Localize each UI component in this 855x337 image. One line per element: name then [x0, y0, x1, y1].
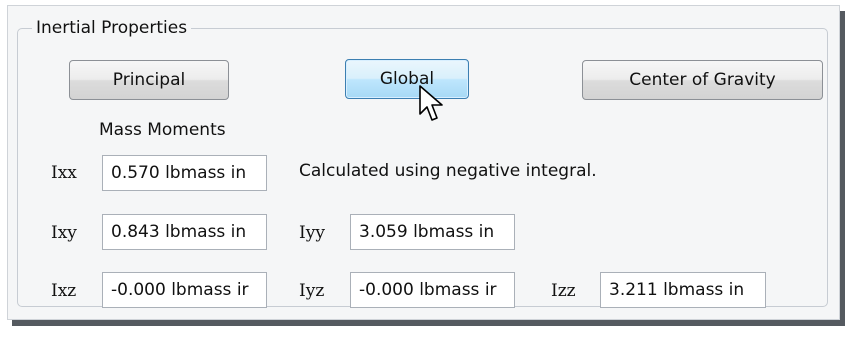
iyz-label: Iyz [299, 281, 325, 301]
mass-moments-label: Mass Moments [99, 120, 226, 140]
calculation-note: Calculated using negative integral. [299, 161, 597, 181]
group-title: Inertial Properties [32, 16, 192, 40]
ixy-field[interactable]: 0.843 lbmass in [102, 214, 267, 250]
ixz-label: Ixz [51, 281, 77, 301]
ixy-label: Ixy [51, 223, 77, 243]
mouse-pointer-icon [419, 85, 443, 121]
iyy-label: Iyy [299, 223, 325, 243]
center-of-gravity-button[interactable]: Center of Gravity [582, 60, 823, 100]
iyz-field[interactable]: -0.000 lbmass ir [350, 272, 515, 308]
ixx-label: Ixx [51, 163, 77, 183]
principal-button[interactable]: Principal [69, 60, 229, 100]
iyy-field[interactable]: 3.059 lbmass in [350, 214, 515, 250]
izz-label: Izz [551, 281, 576, 301]
izz-field[interactable]: 3.211 lbmass in [600, 272, 766, 308]
ixz-field[interactable]: -0.000 lbmass ir [102, 272, 267, 308]
ixx-field[interactable]: 0.570 lbmass in [102, 155, 267, 191]
global-button[interactable]: Global [345, 59, 469, 99]
